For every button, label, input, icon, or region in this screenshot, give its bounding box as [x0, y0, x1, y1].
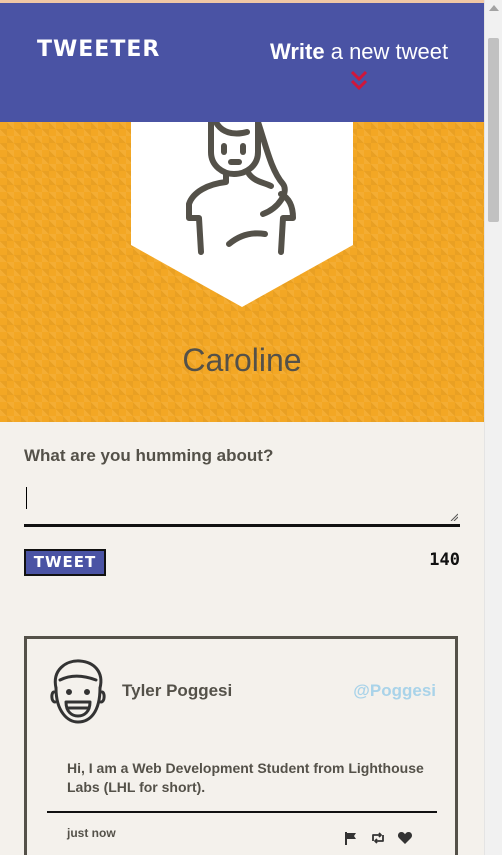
profile-name: Caroline [182, 342, 302, 378]
resize-grip-icon[interactable] [450, 513, 458, 521]
double-chevron-down-icon[interactable] [350, 69, 368, 91]
flag-icon[interactable] [343, 830, 359, 846]
compose-toggle-bold: Write [270, 39, 325, 64]
compose-toggle-button[interactable]: Write a new tweet [270, 39, 448, 65]
user-avatar-icon [131, 122, 353, 307]
brand-logo[interactable]: TWEETER [37, 37, 160, 62]
tweet-submit-button[interactable]: TWEET [24, 549, 106, 576]
compose-prompt-label: What are you humming about? [24, 446, 274, 465]
heart-icon[interactable] [397, 830, 413, 846]
tweet-author-handle[interactable]: @Poggesi [353, 681, 436, 701]
tweet-body: Hi, I am a Web Development Student from … [67, 760, 424, 795]
scrollbar-thumb[interactable] [488, 38, 499, 222]
vertical-scrollbar[interactable] [484, 0, 502, 855]
tweet-card: Tyler Poggesi @Poggesi Hi, I am a Web De… [24, 636, 458, 855]
page: TWEETER Write a new tweet Caroline What … [0, 0, 484, 855]
tweet-author-name: Tyler Poggesi [122, 681, 233, 700]
scroll-up-arrow-icon[interactable] [489, 5, 499, 11]
profile-header: Caroline [0, 122, 484, 422]
tweet-divider [47, 811, 437, 813]
retweet-icon[interactable] [370, 830, 386, 846]
character-counter: 140 [429, 550, 460, 570]
nav-bar: TWEETER Write a new tweet [0, 3, 484, 122]
tweet-timestamp: just now [67, 826, 116, 840]
compose-toggle-label: a new tweet [324, 39, 449, 64]
tweet-textarea[interactable] [24, 480, 460, 527]
text-caret [26, 487, 27, 509]
smiling-face-avatar-icon [50, 659, 106, 724]
